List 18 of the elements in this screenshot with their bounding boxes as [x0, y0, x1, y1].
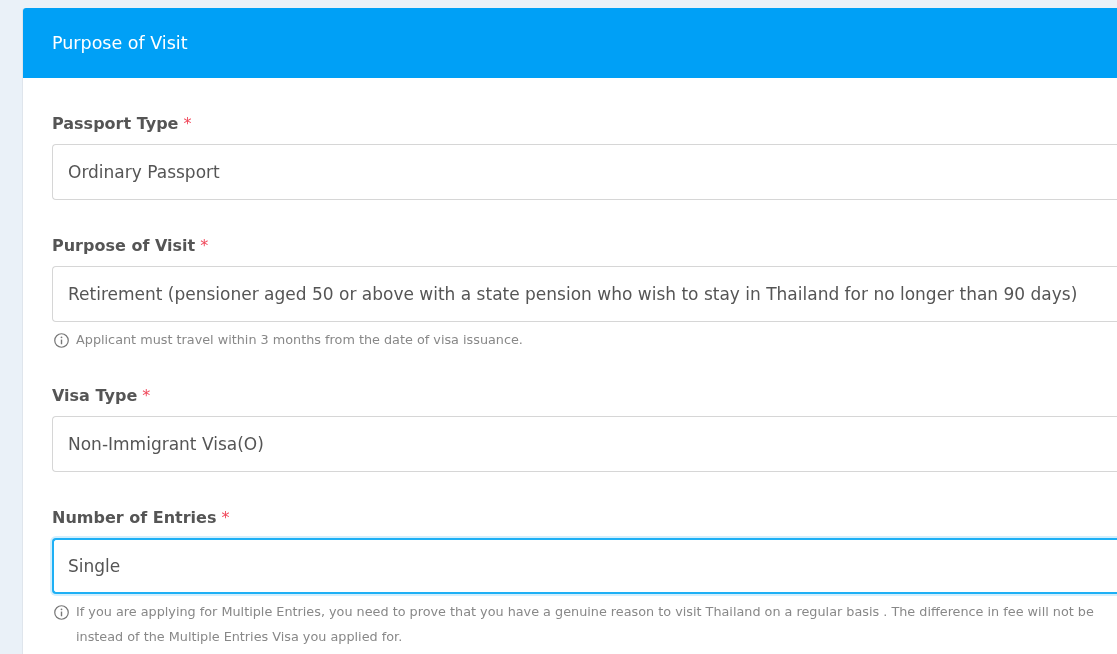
required-mark: * [200, 235, 209, 257]
input-field[interactable]: Retirement (pensioner aged 50 or above with a state pension who wish to stay in Thailand for no longer than 90 days) [52, 266, 1117, 322]
input-field[interactable]: Single [52, 538, 1117, 594]
field-label: Number of Entries [52, 507, 217, 529]
required-mark: * [183, 113, 192, 135]
input-field[interactable]: Ordinary Passport [52, 144, 1117, 200]
info-icon [54, 605, 69, 620]
card-title: Purpose of Visit [52, 32, 188, 55]
help-text: Applicant must travel within 3 months from the date of visa issuance. [76, 331, 523, 349]
field-label: Purpose of Visit [52, 235, 196, 257]
field-label: Passport Type [52, 113, 179, 135]
required-mark: * [221, 507, 230, 529]
required-mark: * [142, 385, 151, 407]
help-text: If you are applying for Multiple Entries, you need to prove that you have a genuine reason to visit Thailand on a regular basis . The difference in fee will not be [76, 603, 1094, 621]
help-text: instead of the Multiple Entries Visa you applied for. [76, 628, 403, 646]
input-field[interactable]: Non-Immigrant Visa(O) [52, 416, 1117, 472]
field-label: Visa Type [52, 385, 138, 407]
info-icon [54, 333, 69, 348]
